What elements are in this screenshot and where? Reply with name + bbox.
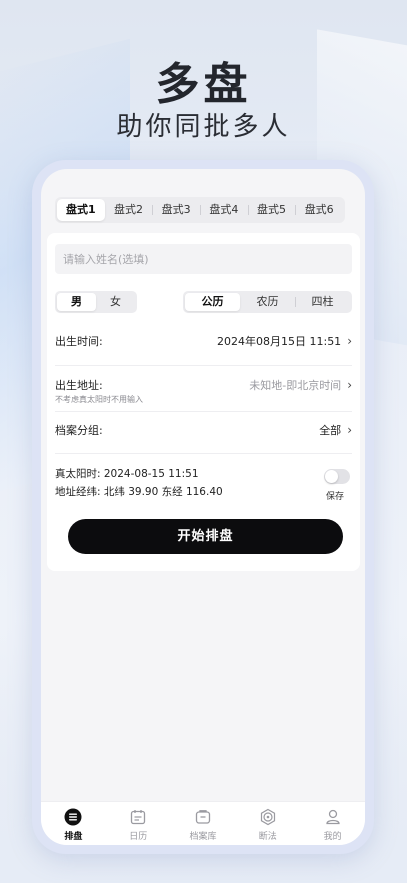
compass-icon [260, 808, 275, 826]
archive-icon [195, 810, 211, 824]
tabbar-item-chart[interactable]: 排盘 [41, 802, 106, 845]
gender-selector: 男 女 [55, 291, 137, 313]
tab-chart-4[interactable]: 盘式4 [200, 199, 248, 221]
name-input[interactable] [55, 244, 352, 274]
birth-time-value: 2024年08月15日 11:51 [217, 335, 342, 348]
promo-subtitle: 助你同批多人 [116, 112, 291, 142]
divider [55, 365, 352, 366]
calendar-icon [131, 810, 146, 825]
chart-tabs: 盘式1 盘式2 盘式3 盘式4 盘式5 盘式6 [55, 197, 345, 225]
tabbar-label: 我的 [323, 832, 342, 842]
birth-time-label: 出生时间: [55, 335, 103, 348]
toggle-knob [325, 470, 338, 483]
tab-chart-3[interactable]: 盘式3 [152, 199, 200, 221]
chevron-right-icon: › [347, 334, 352, 348]
tabbar-label: 日历 [129, 832, 148, 842]
solar-info: 真太阳时: 2024-08-15 11:51 地址经纬: 北纬 39.90 东经… [55, 465, 223, 501]
tabbar-item-calendar[interactable]: 日历 [106, 802, 171, 845]
user-icon [325, 809, 340, 825]
birth-place-hint: 不考虑真太阳时不用输入 [55, 395, 143, 404]
tabbar-label: 排盘 [64, 832, 83, 842]
start-chart-button[interactable]: 开始排盘 [68, 519, 343, 554]
tab-chart-2[interactable]: 盘式2 [105, 199, 153, 221]
gender-option-female[interactable]: 女 [96, 293, 135, 311]
save-toggle[interactable] [324, 469, 350, 484]
tab-chart-6[interactable]: 盘式6 [295, 199, 343, 221]
birth-place-row[interactable]: 出生地址: 未知地-即北京时间 › [55, 377, 352, 393]
group-label: 档案分组: [55, 424, 103, 437]
divider [55, 411, 352, 412]
birth-place-value: 未知地-即北京时间 [249, 379, 342, 392]
save-label: 保存 [326, 492, 345, 502]
true-solar-time: 真太阳时: 2024-08-15 11:51 [55, 468, 199, 480]
tabbar-item-profile[interactable]: 我的 [300, 802, 365, 845]
bottom-tab-bar: 排盘 日历 档案库 断法 我的 [41, 801, 365, 845]
birth-time-row[interactable]: 出生时间: 2024年08月15日 11:51 › [55, 333, 352, 349]
list-icon [64, 808, 82, 826]
calendar-type-selector: 公历 农历 四柱 [183, 291, 352, 313]
tabbar-label: 档案库 [189, 832, 217, 842]
promo-title: 多盘 [155, 59, 252, 110]
phone-frame: 盘式1 盘式2 盘式3 盘式4 盘式5 盘式6 男 女 公历 农历 四柱 出生时… [32, 160, 374, 854]
calendar-option-four-pillars[interactable]: 四柱 [295, 293, 350, 311]
app-screen: 盘式1 盘式2 盘式3 盘式4 盘式5 盘式6 男 女 公历 农历 四柱 出生时… [41, 169, 365, 845]
group-value: 全部 [319, 424, 342, 437]
form-card: 男 女 公历 农历 四柱 出生时间: 2024年08月15日 11:51 › 出… [47, 233, 360, 571]
chevron-right-icon: › [347, 423, 352, 437]
tabbar-item-archive[interactable]: 档案库 [171, 802, 236, 845]
address-coordinates: 地址经纬: 北纬 39.90 东经 116.40 [55, 486, 223, 498]
gender-option-male[interactable]: 男 [57, 293, 96, 311]
birth-place-label: 出生地址: [55, 379, 103, 392]
tabbar-item-methods[interactable]: 断法 [235, 802, 300, 845]
chevron-right-icon: › [347, 378, 352, 392]
group-row[interactable]: 档案分组: 全部 › [55, 422, 352, 438]
calendar-option-lunar[interactable]: 农历 [240, 293, 295, 311]
tab-chart-5[interactable]: 盘式5 [247, 199, 296, 221]
divider [55, 453, 352, 454]
tabbar-label: 断法 [258, 832, 277, 842]
tab-chart-1[interactable]: 盘式1 [57, 199, 105, 221]
calendar-option-solar[interactable]: 公历 [185, 293, 240, 311]
